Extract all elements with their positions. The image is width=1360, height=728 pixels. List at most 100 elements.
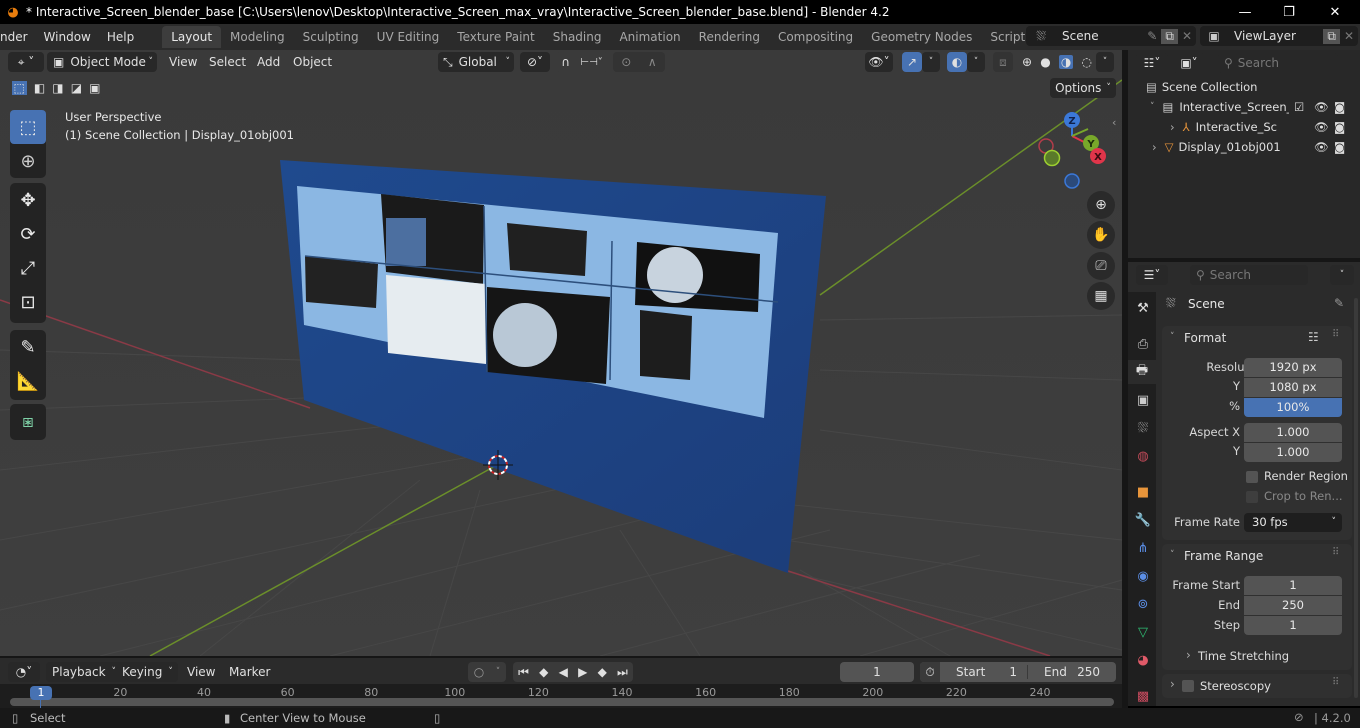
frame-step-field[interactable]: 1	[1244, 616, 1342, 635]
tab-view-layer[interactable]: ▣	[1131, 388, 1155, 412]
pivot-point-button[interactable]: ⊘˅	[520, 52, 550, 72]
tab-rendering[interactable]: Rendering	[690, 26, 769, 48]
tab-material[interactable]: ◕	[1131, 648, 1155, 672]
tab-shading[interactable]: Shading	[544, 26, 611, 48]
viewlayer-name[interactable]: ViewLayer	[1228, 29, 1323, 43]
keying-menu[interactable]: Keying	[116, 665, 168, 679]
maximize-button[interactable]: ❐	[1266, 0, 1312, 24]
stereoscopy-checkbox[interactable]	[1182, 680, 1194, 692]
new-viewlayer-icon[interactable]: ⧉	[1323, 28, 1340, 44]
timeline-editor-type[interactable]: ◔˅	[8, 662, 40, 682]
time-stretching-subpanel[interactable]: Time Stretching	[1198, 649, 1289, 663]
play-icon[interactable]: ▶	[578, 665, 587, 679]
auto-keying-button[interactable]: ○ ˅	[468, 662, 506, 682]
visibility-selectability-button[interactable]: 👁˅	[865, 52, 893, 72]
options-button[interactable]: Options ˅	[1050, 78, 1116, 98]
select-subtract-icon[interactable]: ◨	[52, 81, 63, 95]
playback-menu[interactable]: Playback	[46, 665, 112, 679]
eye-icon[interactable]: 👁	[1314, 100, 1329, 114]
select-intersect-icon[interactable]: ▣	[89, 81, 100, 95]
select-new-icon[interactable]: ⬚	[11, 81, 27, 95]
properties-editor-type[interactable]: ☰˅	[1136, 265, 1168, 285]
3d-viewport[interactable]: Z Y X ⌖ ˅ ▣ Object Mode ˅ View Select Ad…	[0, 50, 1122, 656]
wireframe-shading-icon[interactable]: ⊕	[1022, 55, 1032, 69]
render-region-checkbox[interactable]	[1246, 471, 1258, 483]
select-box-tool[interactable]: ⬚	[10, 110, 46, 144]
drag-handle-icon[interactable]: ⠿	[1332, 547, 1339, 558]
outliner-search[interactable]: ⚲ Search	[1218, 53, 1338, 73]
eye-icon[interactable]: 👁	[1314, 140, 1329, 154]
properties-search[interactable]: ⚲ Search	[1190, 265, 1308, 285]
drag-handle-icon[interactable]: ⠿	[1332, 677, 1339, 688]
outliner-row-interactive-screen-object[interactable]: › ⅄ Interactive_Scr 👁 ◙	[1128, 117, 1360, 137]
ortho-toggle-button[interactable]: ▦	[1087, 282, 1115, 310]
zoom-button[interactable]: ⊕	[1087, 191, 1115, 219]
material-preview-icon[interactable]: ◑	[1058, 55, 1074, 69]
cursor-tool[interactable]: ⊕	[10, 144, 46, 178]
scale-tool[interactable]: ⤢	[10, 251, 46, 285]
menu-window[interactable]: Window	[36, 26, 99, 48]
tab-physics[interactable]: ◉	[1131, 564, 1155, 588]
resolution-y-field[interactable]: 1080 px	[1244, 378, 1342, 397]
pin-icon[interactable]: ✎	[1143, 29, 1161, 43]
tab-uv-editing[interactable]: UV Editing	[368, 26, 449, 48]
add-cube-tool[interactable]: ⧆	[10, 404, 46, 438]
proportional-edit-button[interactable]: ⊙ ∧	[613, 52, 665, 72]
chevron-down-icon[interactable]: ˅	[1170, 332, 1175, 342]
resolution-x-field[interactable]: 1920 px	[1244, 358, 1342, 377]
eye-icon[interactable]: 👁	[1314, 120, 1329, 134]
chevron-right-icon[interactable]: ›	[1170, 120, 1175, 134]
gizmo-dropdown[interactable]: ˅	[922, 52, 940, 72]
current-frame-field[interactable]: 1	[840, 662, 914, 682]
menu-add[interactable]: Add	[250, 55, 287, 69]
frame-range-panel-title[interactable]: Frame Range	[1184, 549, 1263, 563]
timeline-scrollbar[interactable]	[10, 698, 1114, 706]
delete-scene-icon[interactable]: ✕	[1178, 29, 1196, 43]
aspect-x-field[interactable]: 1.000	[1244, 423, 1342, 442]
minimize-button[interactable]: —	[1222, 0, 1268, 24]
play-reverse-icon[interactable]: ◀	[559, 665, 568, 679]
chevron-down-icon[interactable]: ˅	[1150, 102, 1155, 112]
xray-toggle[interactable]: ⧈	[993, 52, 1013, 72]
stopwatch-icon[interactable]: ⏱	[920, 662, 940, 682]
area-divider[interactable]	[1122, 50, 1128, 708]
frame-rate-select[interactable]: 30 fps ˅	[1244, 513, 1342, 532]
rotate-tool[interactable]: ⟳	[10, 217, 46, 251]
tab-layout[interactable]: Layout	[162, 26, 222, 48]
timeline-end-field[interactable]: End 250	[1028, 665, 1114, 679]
next-keyframe-icon[interactable]: ◆	[598, 665, 607, 679]
exclude-checkbox-icon[interactable]: ☑	[1294, 100, 1304, 114]
stereoscopy-panel-title[interactable]: Stereoscopy	[1200, 679, 1271, 693]
tab-compositing[interactable]: Compositing	[769, 26, 862, 48]
camera-render-icon[interactable]: ◙	[1334, 100, 1345, 114]
chevron-right-icon[interactable]: ›	[1152, 140, 1157, 154]
display-mode-button[interactable]: ▣˅	[1173, 53, 1205, 73]
chevron-down-icon[interactable]: ˅	[1170, 550, 1175, 560]
tab-object[interactable]: ■	[1131, 480, 1155, 504]
tab-sculpting[interactable]: Sculpting	[294, 26, 368, 48]
tab-geometry-nodes[interactable]: Geometry Nodes	[862, 26, 981, 48]
tab-tool[interactable]: ⚒	[1131, 296, 1155, 320]
tab-scene[interactable]: ⛆	[1131, 416, 1155, 440]
rendered-shading-icon[interactable]: ◌	[1081, 55, 1091, 69]
menu-select[interactable]: Select	[202, 55, 253, 69]
tab-output[interactable]: 🖶	[1128, 360, 1156, 384]
camera-view-button[interactable]: ⎚	[1087, 252, 1115, 280]
aspect-y-field[interactable]: 1.000	[1244, 443, 1342, 462]
tab-modifiers[interactable]: 🔧	[1131, 508, 1155, 532]
presets-icon[interactable]: ☷	[1308, 330, 1319, 344]
frame-start-field[interactable]: 1	[1244, 576, 1342, 595]
frame-end-field[interactable]: 250	[1244, 596, 1342, 615]
tab-particles[interactable]: ⋔	[1131, 536, 1155, 560]
resolution-percent-field[interactable]: 100%	[1244, 398, 1342, 417]
camera-render-icon[interactable]: ◙	[1334, 120, 1345, 134]
solid-shading-icon[interactable]: ●	[1040, 55, 1050, 69]
tab-world[interactable]: ◍	[1131, 444, 1155, 468]
outliner-row-scene-collection[interactable]: ▤ Scene Collection	[1128, 77, 1360, 97]
tab-texture-paint[interactable]: Texture Paint	[448, 26, 543, 48]
outliner-editor-type[interactable]: ☷˅	[1136, 53, 1168, 73]
shading-dropdown[interactable]: ˅	[1096, 52, 1114, 72]
chevron-right-icon[interactable]: ›	[1186, 648, 1191, 662]
pan-button[interactable]: ✋	[1087, 221, 1115, 249]
camera-render-icon[interactable]: ◙	[1334, 140, 1345, 154]
